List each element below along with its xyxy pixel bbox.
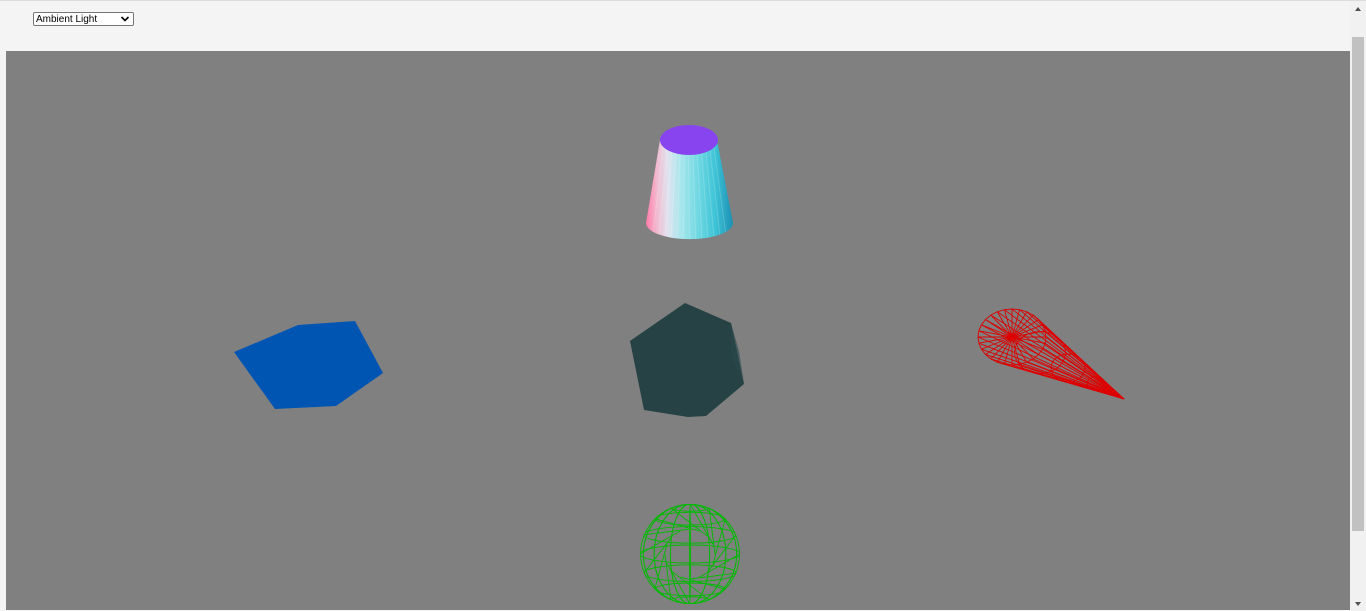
- cylinder-object: [646, 125, 733, 240]
- cylinder-top-face: [660, 125, 718, 155]
- dark-polyhedron: [630, 303, 744, 417]
- scene-svg: [234, 125, 1125, 604]
- green-sphere: [640, 504, 740, 604]
- light-type-select[interactable]: Ambient Light: [33, 12, 134, 26]
- toolbar: Ambient Light: [0, 1, 1350, 51]
- light-type-select-value: Ambient Light: [36, 14, 98, 25]
- scrollbar-thumb[interactable]: [1352, 37, 1364, 531]
- chevron-down-icon: [120, 16, 130, 22]
- page: Ambient Light: [0, 0, 1366, 611]
- blue-hexagon: [234, 321, 383, 409]
- scroll-down-arrow-icon[interactable]: [1350, 596, 1366, 611]
- page-scrollbar[interactable]: [1350, 1, 1366, 611]
- render-canvas[interactable]: [6, 51, 1350, 610]
- red-cone: [977, 308, 1125, 400]
- scroll-up-arrow-icon[interactable]: [1350, 1, 1366, 17]
